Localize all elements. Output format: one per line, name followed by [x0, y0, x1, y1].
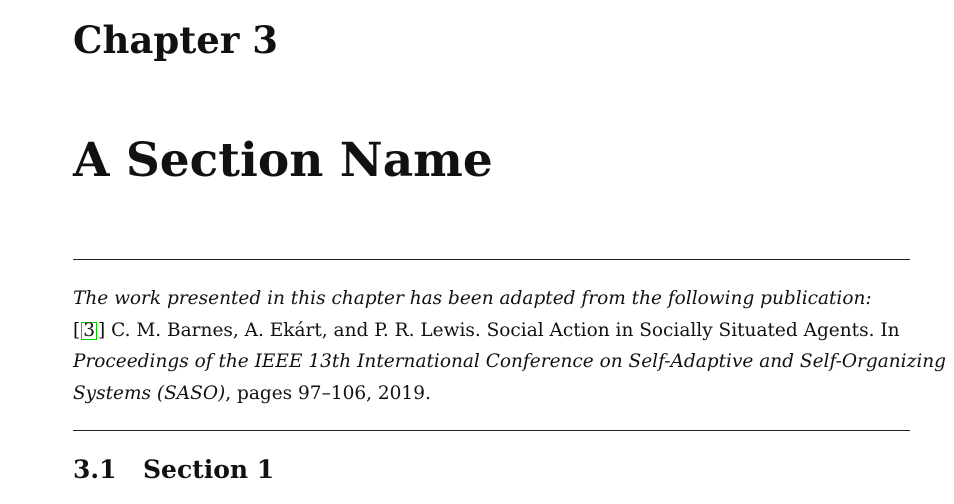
- section-title: Section 1: [143, 455, 275, 484]
- top-horizontal-rule: [73, 259, 910, 260]
- citation-link[interactable]: 3: [81, 321, 97, 340]
- citation-venue-name: Systems (SASO): [73, 382, 226, 404]
- citation-authors-title: C. M. Barnes, A. Ekárt, and P. R. Lewis.…: [105, 319, 900, 341]
- chapter-label: Chapter 3: [73, 18, 278, 62]
- citation-venue-line-1: Proceedings of the IEEE 13th Internation…: [73, 351, 947, 372]
- chapter-title: A Section Name: [73, 133, 493, 188]
- publication-note: The work presented in this chapter has b…: [73, 283, 947, 410]
- citation-pages-year: , pages 97–106, 2019.: [225, 382, 431, 404]
- section-heading: 3.1 Section 1: [73, 455, 274, 485]
- section-number: 3.1: [73, 455, 117, 484]
- bottom-horizontal-rule: [73, 430, 910, 431]
- publication-intro: The work presented in this chapter has b…: [73, 288, 872, 309]
- publication-citation-line: [3] C. M. Barnes, A. Ekárt, and P. R. Le…: [73, 315, 913, 347]
- citation-bracket-open: [: [73, 319, 81, 341]
- citation-venue-line-2: Systems (SASO), pages 97–106, 2019.: [73, 378, 913, 410]
